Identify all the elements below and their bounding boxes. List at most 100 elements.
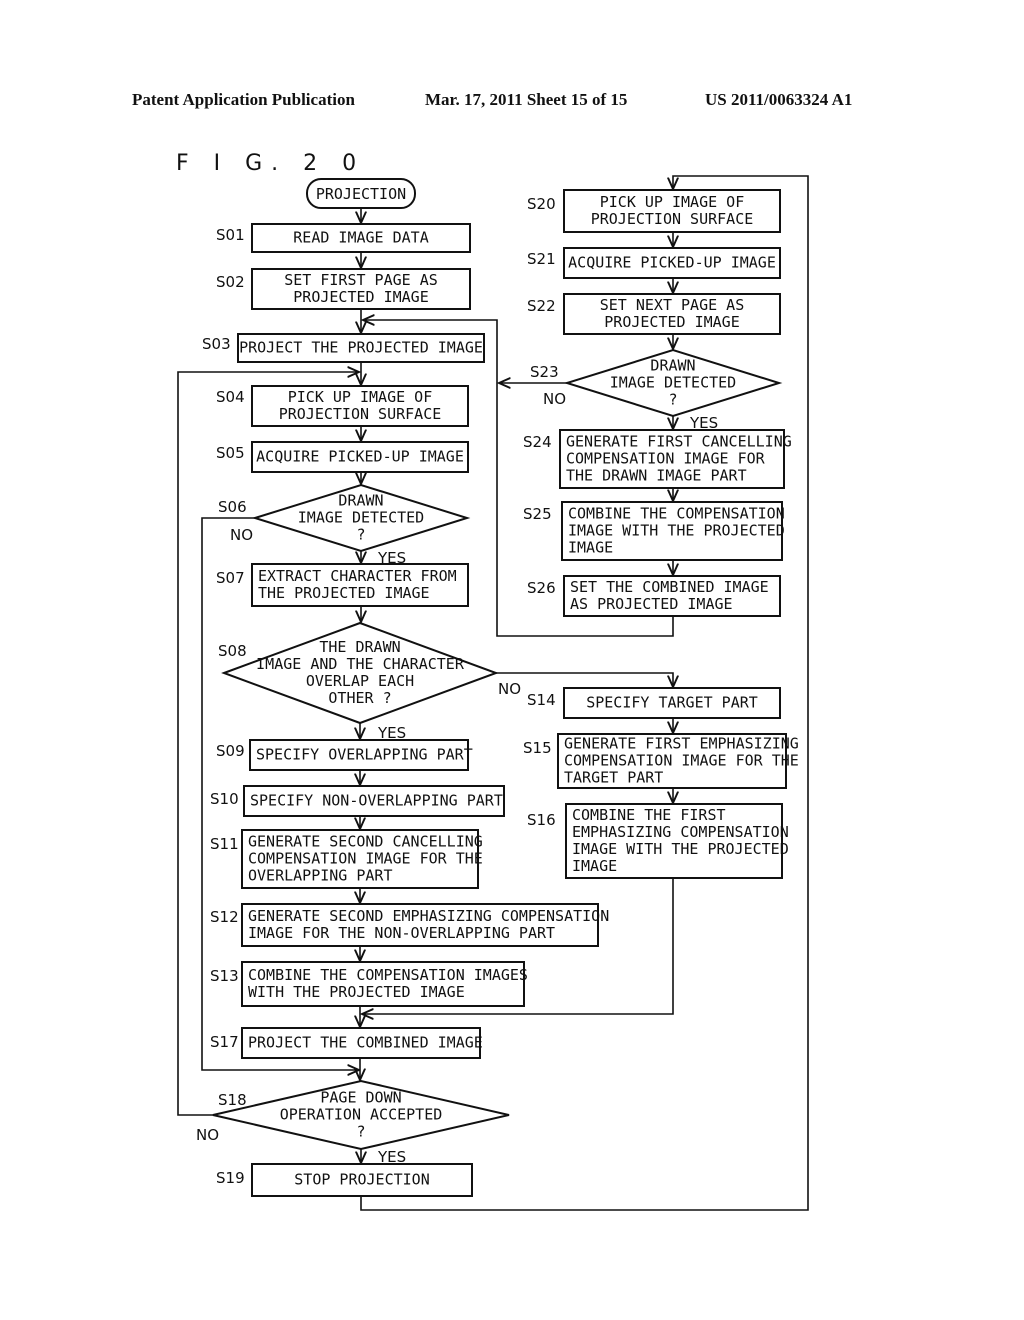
yes-label: YES xyxy=(377,724,406,742)
connector-s08-no xyxy=(496,672,673,687)
decision-s08: THE DRAWNIMAGE AND THE CHARACTEROVERLAP … xyxy=(218,621,521,742)
decision-text-line: DRAWN xyxy=(338,492,383,510)
step-s07: EXTRACT CHARACTER FROMTHE PROJECTED IMAG… xyxy=(216,563,469,607)
no-label: NO xyxy=(498,680,521,698)
step-id-label: S23 xyxy=(530,363,559,381)
step-id-label: S18 xyxy=(218,1091,247,1109)
step-text-line: ACQUIRE PICKED-UP IMAGE xyxy=(568,254,776,272)
step-text-line: IMAGE xyxy=(572,857,617,875)
step-id-label: S19 xyxy=(216,1169,245,1187)
step-s17: PROJECT THE COMBINED IMAGE S17 xyxy=(210,1027,483,1059)
step-s11: GENERATE SECOND CANCELLINGCOMPENSATION I… xyxy=(210,829,483,889)
no-label: NO xyxy=(543,390,566,408)
step-id-label: S13 xyxy=(210,967,239,985)
step-text-line: TARGET PART xyxy=(564,769,663,787)
step-text-line: PROJECTION SURFACE xyxy=(279,405,442,423)
step-s12: GENERATE SECOND EMPHASIZING COMPENSATION… xyxy=(210,903,609,947)
step-s01: READ IMAGE DATA S01 xyxy=(216,223,471,253)
step-text-line: IMAGE WITH THE PROJECTED xyxy=(572,840,789,858)
step-text-line: EMPHASIZING COMPENSATION xyxy=(572,823,789,841)
step-s04: PICK UP IMAGE OFPROJECTION SURFACE S04 xyxy=(216,385,469,427)
step-text-line: SPECIFY NON-OVERLAPPING PART xyxy=(250,792,503,810)
step-s16: COMBINE THE FIRSTEMPHASIZING COMPENSATIO… xyxy=(527,803,789,879)
decision-s23: DRAWNIMAGE DETECTED? S23 YES NO xyxy=(530,348,783,432)
step-id-label: S06 xyxy=(218,498,247,516)
step-text-line: GENERATE FIRST CANCELLING xyxy=(566,433,792,451)
decision-text-line: THE DRAWN xyxy=(319,638,400,656)
decision-text-line: IMAGE DETECTED xyxy=(298,509,424,527)
decision-text-line: PAGE DOWN xyxy=(320,1089,401,1107)
decision-text-line: ? xyxy=(356,1123,365,1141)
step-id-label: S25 xyxy=(523,505,552,523)
decision-text-line: OVERLAP EACH xyxy=(306,672,414,690)
step-text-line: GENERATE FIRST EMPHASIZING xyxy=(564,735,799,753)
step-id-label: S10 xyxy=(210,790,239,808)
step-text-line: GENERATE SECOND CANCELLING xyxy=(248,833,483,851)
step-text-line: AS PROJECTED IMAGE xyxy=(570,595,733,613)
step-text-line: COMPENSATION IMAGE FOR xyxy=(566,450,766,468)
step-id-label: S02 xyxy=(216,273,245,291)
step-text-line: SPECIFY OVERLAPPING PART xyxy=(256,746,473,764)
step-text-line: PROJECT THE PROJECTED IMAGE xyxy=(239,339,483,357)
step-id-label: S26 xyxy=(527,579,556,597)
step-s10: SPECIFY NON-OVERLAPPING PART S10 xyxy=(210,785,505,817)
step-id-label: S16 xyxy=(527,811,556,829)
step-id-label: S08 xyxy=(218,642,247,660)
step-id-label: S24 xyxy=(523,433,552,451)
decision-s18: PAGE DOWNOPERATION ACCEPTED? S18 YES NO xyxy=(196,1079,510,1166)
decision-text-line: DRAWN xyxy=(650,357,695,375)
step-s19: STOP PROJECTION S19 xyxy=(216,1163,473,1197)
step-text-line: SPECIFY TARGET PART xyxy=(586,694,758,712)
step-id-label: S09 xyxy=(216,742,245,760)
terminal-label: PROJECTION xyxy=(316,185,406,203)
step-s02: SET FIRST PAGE ASPROJECTED IMAGE S02 xyxy=(216,268,471,310)
decision-s06: DRAWNIMAGE DETECTED? S06 YES NO xyxy=(218,483,471,567)
step-text-line: PICK UP IMAGE OF xyxy=(288,388,433,406)
step-id-label: S01 xyxy=(216,226,245,244)
decision-text-line: ? xyxy=(356,526,365,544)
step-id-label: S20 xyxy=(527,195,556,213)
step-s15: GENERATE FIRST EMPHASIZINGCOMPENSATION I… xyxy=(523,733,799,789)
step-id-label: S12 xyxy=(210,908,239,926)
step-id-label: S22 xyxy=(527,297,556,315)
step-id-label: S21 xyxy=(527,250,556,268)
step-text-line: COMBINE THE COMPENSATION IMAGES xyxy=(248,966,528,984)
start-terminal: PROJECTION xyxy=(306,178,416,209)
step-id-label: S14 xyxy=(527,691,556,709)
step-text-line: COMBINE THE COMPENSATION xyxy=(568,505,785,523)
step-text-line: THE DRAWN IMAGE PART xyxy=(566,467,747,485)
step-text-line: COMBINE THE FIRST xyxy=(572,806,726,824)
step-s09: SPECIFY OVERLAPPING PART S09 xyxy=(216,739,473,771)
step-text-line: GENERATE SECOND EMPHASIZING COMPENSATION xyxy=(248,907,609,925)
yes-label: YES xyxy=(377,549,406,567)
step-s20: PICK UP IMAGE OFPROJECTION SURFACE S20 xyxy=(527,189,781,233)
step-s03: PROJECT THE PROJECTED IMAGE S03 xyxy=(202,333,485,363)
step-text-line: ACQUIRE PICKED-UP IMAGE xyxy=(256,448,464,466)
step-text-line: EXTRACT CHARACTER FROM xyxy=(258,567,457,585)
step-id-label: S05 xyxy=(216,444,245,462)
decision-text-line: OPERATION ACCEPTED xyxy=(280,1106,443,1124)
step-s24: GENERATE FIRST CANCELLINGCOMPENSATION IM… xyxy=(523,429,792,489)
step-text-line: IMAGE WITH THE PROJECTED xyxy=(568,522,785,540)
step-text-line: COMPENSATION IMAGE FOR THE xyxy=(564,752,799,770)
yes-label: YES xyxy=(377,1148,406,1166)
step-text-line: SET THE COMBINED IMAGE xyxy=(570,578,769,596)
step-id-label: S07 xyxy=(216,569,245,587)
step-text-line: PROJECTION SURFACE xyxy=(591,210,754,228)
step-text-line: PICK UP IMAGE OF xyxy=(600,193,745,211)
decision-text-line: IMAGE AND THE CHARACTER xyxy=(256,655,465,673)
step-text-line: STOP PROJECTION xyxy=(294,1171,429,1189)
step-text-line: THE PROJECTED IMAGE xyxy=(258,584,430,602)
step-text-line: SET FIRST PAGE AS xyxy=(284,271,438,289)
step-text-line: SET NEXT PAGE AS xyxy=(600,296,745,314)
step-s05: ACQUIRE PICKED-UP IMAGE S05 xyxy=(216,441,469,473)
step-id-label: S11 xyxy=(210,835,239,853)
step-id-label: S17 xyxy=(210,1033,239,1051)
step-text-line: OVERLAPPING PART xyxy=(248,867,393,885)
no-label: NO xyxy=(230,526,253,544)
step-s22: SET NEXT PAGE ASPROJECTED IMAGE S22 xyxy=(527,293,781,335)
no-label: NO xyxy=(196,1126,219,1144)
decision-text-line: ? xyxy=(668,391,677,409)
yes-label: YES xyxy=(689,414,718,432)
step-text-line: IMAGE FOR THE NON-OVERLAPPING PART xyxy=(248,924,555,942)
